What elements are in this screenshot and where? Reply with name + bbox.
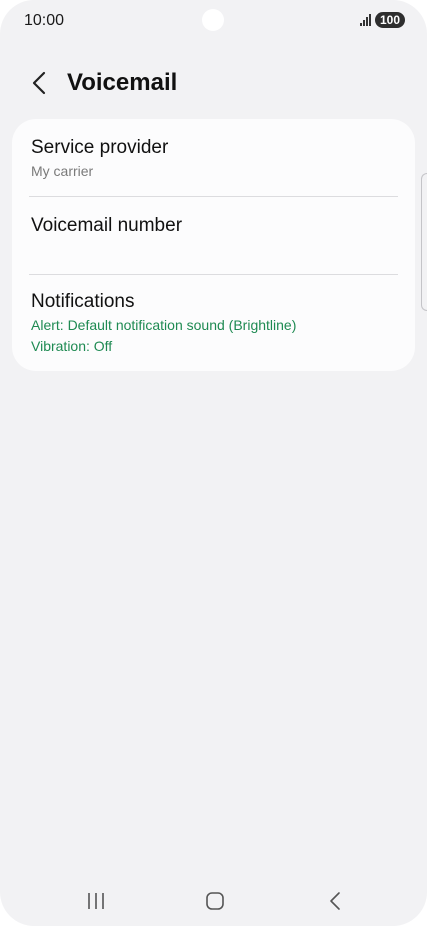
recents-icon: [88, 893, 104, 909]
phone-screen: 10:00 100 Voicemail Service provider My …: [0, 0, 427, 926]
notifications-alert: Alert: Default notification sound (Brigh…: [31, 317, 297, 333]
back-button[interactable]: [24, 68, 54, 98]
notifications-vibration: Vibration: Off: [31, 338, 113, 354]
notifications-title: Notifications: [31, 291, 135, 312]
status-icons: 100: [359, 12, 405, 28]
notifications-item[interactable]: Notifications Alert: Default notificatio…: [12, 275, 415, 371]
home-icon: [206, 892, 224, 910]
battery-icon: 100: [374, 12, 405, 28]
home-button[interactable]: [195, 888, 235, 914]
camera-cutout: [202, 9, 224, 31]
service-provider-value: My carrier: [31, 163, 94, 179]
signal-icon: [359, 14, 371, 26]
header: Voicemail: [0, 62, 427, 106]
recents-button[interactable]: [76, 888, 116, 914]
service-provider-item[interactable]: Service provider My carrier: [12, 119, 415, 197]
chevron-left-icon: [32, 71, 46, 95]
edge-panel-handle[interactable]: [421, 173, 427, 311]
navigation-bar: [0, 880, 427, 924]
settings-card: Service provider My carrier Voicemail nu…: [12, 119, 415, 371]
status-time: 10:00: [24, 12, 65, 29]
voicemail-number-item[interactable]: Voicemail number: [12, 197, 415, 274]
back-icon: [330, 892, 340, 910]
service-provider-title: Service provider: [31, 137, 169, 158]
voicemail-number-title: Voicemail number: [31, 215, 183, 236]
status-bar: 10:00 100: [0, 0, 427, 44]
nav-back-button[interactable]: [315, 888, 355, 914]
page-title: Voicemail: [67, 69, 178, 96]
